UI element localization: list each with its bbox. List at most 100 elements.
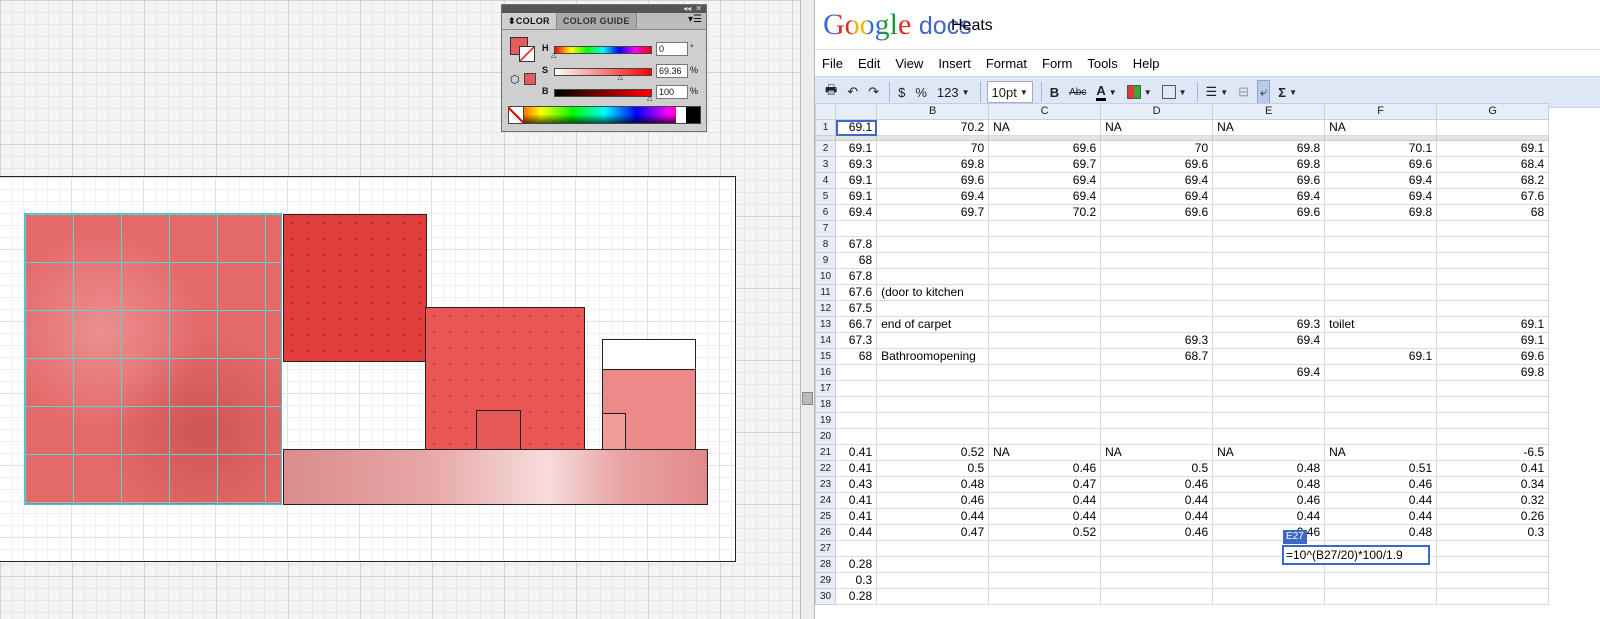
bold-button[interactable]: B	[1048, 81, 1061, 103]
tab-color[interactable]: ⬍COLOR	[502, 13, 557, 29]
cell-a12[interactable]: 67.5	[835, 300, 878, 317]
cell-e19[interactable]	[1212, 412, 1326, 429]
cell-g17[interactable]	[1436, 380, 1550, 397]
corner-cell[interactable]	[815, 103, 837, 120]
cell-e5[interactable]: 69.4	[1212, 188, 1326, 205]
font-size-select[interactable]: 10pt ▼	[986, 81, 1033, 103]
cell-d14[interactable]: 69.3	[1100, 332, 1214, 349]
fill-color-button[interactable]: ▼	[1125, 81, 1154, 103]
cell-e15[interactable]	[1212, 348, 1326, 365]
cell-f10[interactable]	[1324, 268, 1438, 285]
cell-f7[interactable]	[1324, 220, 1438, 237]
cell-a2[interactable]: 69.1	[835, 140, 878, 157]
cell-d10[interactable]	[1100, 268, 1214, 285]
redo-icon[interactable]: ↷	[866, 81, 881, 103]
cell-c22[interactable]: 0.46	[988, 460, 1102, 477]
color-panel[interactable]: ◂◂ ✕ ⬍COLOR COLOR GUIDE ▾☰ ⬡ H △ 0 ° S △…	[501, 4, 707, 132]
spreadsheet-grid[interactable]: B C D E F G 1 69.1 70.2 NA NA NA NA 2 69.1 70 69.6…	[815, 103, 1600, 605]
cell-g27[interactable]	[1436, 540, 1550, 557]
row-header[interactable]: 23	[815, 476, 837, 493]
cell-g8[interactable]	[1436, 236, 1550, 253]
cell-a30[interactable]: 0.28	[835, 588, 878, 605]
cell-a26[interactable]: 0.44	[835, 524, 878, 541]
cell-e16[interactable]: 69.4	[1212, 364, 1326, 381]
cell-b3[interactable]: 69.8	[876, 156, 990, 173]
cell-c10[interactable]	[988, 268, 1102, 285]
floorplan-living-room[interactable]	[24, 213, 282, 505]
out-of-gamut-icon[interactable]: ⬡	[510, 73, 520, 86]
cell-c1[interactable]: NA	[988, 119, 1102, 136]
cell-d22[interactable]: 0.5	[1100, 460, 1214, 477]
row-header[interactable]: 24	[815, 492, 837, 509]
cell-b1[interactable]: 70.2	[876, 119, 990, 136]
cell-a15[interactable]: 68	[835, 348, 878, 365]
hue-slider[interactable]	[554, 46, 652, 54]
brightness-slider[interactable]	[554, 89, 652, 97]
cell-b25[interactable]: 0.44	[876, 508, 990, 525]
cell-d12[interactable]	[1100, 300, 1214, 317]
cell-g5[interactable]: 67.6	[1436, 188, 1550, 205]
column-header-f[interactable]: F	[1324, 103, 1438, 120]
print-icon[interactable]: 🖶	[823, 81, 839, 103]
cell-a22[interactable]: 0.41	[835, 460, 878, 477]
cell-f26[interactable]: 0.48	[1324, 524, 1438, 541]
google-docs-logo[interactable]: Google docs	[823, 9, 972, 42]
cell-g25[interactable]: 0.26	[1436, 508, 1550, 525]
row-header[interactable]: 16	[815, 364, 837, 381]
cell-a17[interactable]	[835, 380, 878, 397]
row-header[interactable]: 10	[815, 268, 837, 285]
cell-e17[interactable]	[1212, 380, 1326, 397]
cell-c25[interactable]: 0.44	[988, 508, 1102, 525]
menu-view[interactable]: View	[895, 56, 923, 71]
cell-d25[interactable]: 0.44	[1100, 508, 1214, 525]
cell-f29[interactable]	[1324, 572, 1438, 589]
cell-d23[interactable]: 0.46	[1100, 476, 1214, 493]
row-header[interactable]: 28	[815, 556, 837, 573]
cell-c20[interactable]	[988, 428, 1102, 445]
cell-f21[interactable]: NA	[1324, 444, 1438, 461]
cell-g29[interactable]	[1436, 572, 1550, 589]
row-header[interactable]: 2	[815, 140, 837, 157]
cell-b19[interactable]	[876, 412, 990, 429]
cell-a14[interactable]: 67.3	[835, 332, 878, 349]
white-swatch[interactable]	[676, 107, 686, 123]
cell-e11[interactable]	[1212, 284, 1326, 301]
merge-cells-icon[interactable]: ⊟	[1236, 81, 1251, 103]
cell-a16[interactable]	[835, 364, 878, 381]
saturation-slider-thumb[interactable]: △	[618, 74, 623, 81]
cell-d6[interactable]: 69.6	[1100, 204, 1214, 221]
hue-slider-thumb[interactable]: △	[551, 52, 556, 59]
menu-help[interactable]: Help	[1133, 56, 1160, 71]
row-header[interactable]: 27	[815, 540, 837, 557]
column-header-c[interactable]: C	[988, 103, 1102, 120]
cell-c9[interactable]	[988, 252, 1102, 269]
cell-c26[interactable]: 0.52	[988, 524, 1102, 541]
cell-d16[interactable]	[1100, 364, 1214, 381]
cell-e21[interactable]: NA	[1212, 444, 1326, 461]
cell-d7[interactable]	[1100, 220, 1214, 237]
cell-e10[interactable]	[1212, 268, 1326, 285]
cell-c3[interactable]: 69.7	[988, 156, 1102, 173]
cell-e12[interactable]	[1212, 300, 1326, 317]
cell-d26[interactable]: 0.46	[1100, 524, 1214, 541]
cell-b21[interactable]: 0.52	[876, 444, 990, 461]
cell-d27[interactable]	[1100, 540, 1214, 557]
cell-c16[interactable]	[988, 364, 1102, 381]
cell-a8[interactable]: 67.8	[835, 236, 878, 253]
cell-f6[interactable]: 69.8	[1324, 204, 1438, 221]
cell-b18[interactable]	[876, 396, 990, 413]
cell-e7[interactable]	[1212, 220, 1326, 237]
row-header[interactable]: 17	[815, 380, 837, 397]
cell-a4[interactable]: 69.1	[835, 172, 878, 189]
row-header[interactable]: 1	[815, 119, 837, 136]
cell-b22[interactable]: 0.5	[876, 460, 990, 477]
cell-g7[interactable]	[1436, 220, 1550, 237]
row-header[interactable]: 5	[815, 188, 837, 205]
cell-g12[interactable]	[1436, 300, 1550, 317]
hue-input[interactable]: 0	[656, 42, 688, 56]
brightness-slider-thumb[interactable]: △	[647, 95, 652, 102]
cell-g28[interactable]	[1436, 556, 1550, 573]
cell-c23[interactable]: 0.47	[988, 476, 1102, 493]
cell-a28[interactable]: 0.28	[835, 556, 878, 573]
cell-e9[interactable]	[1212, 252, 1326, 269]
